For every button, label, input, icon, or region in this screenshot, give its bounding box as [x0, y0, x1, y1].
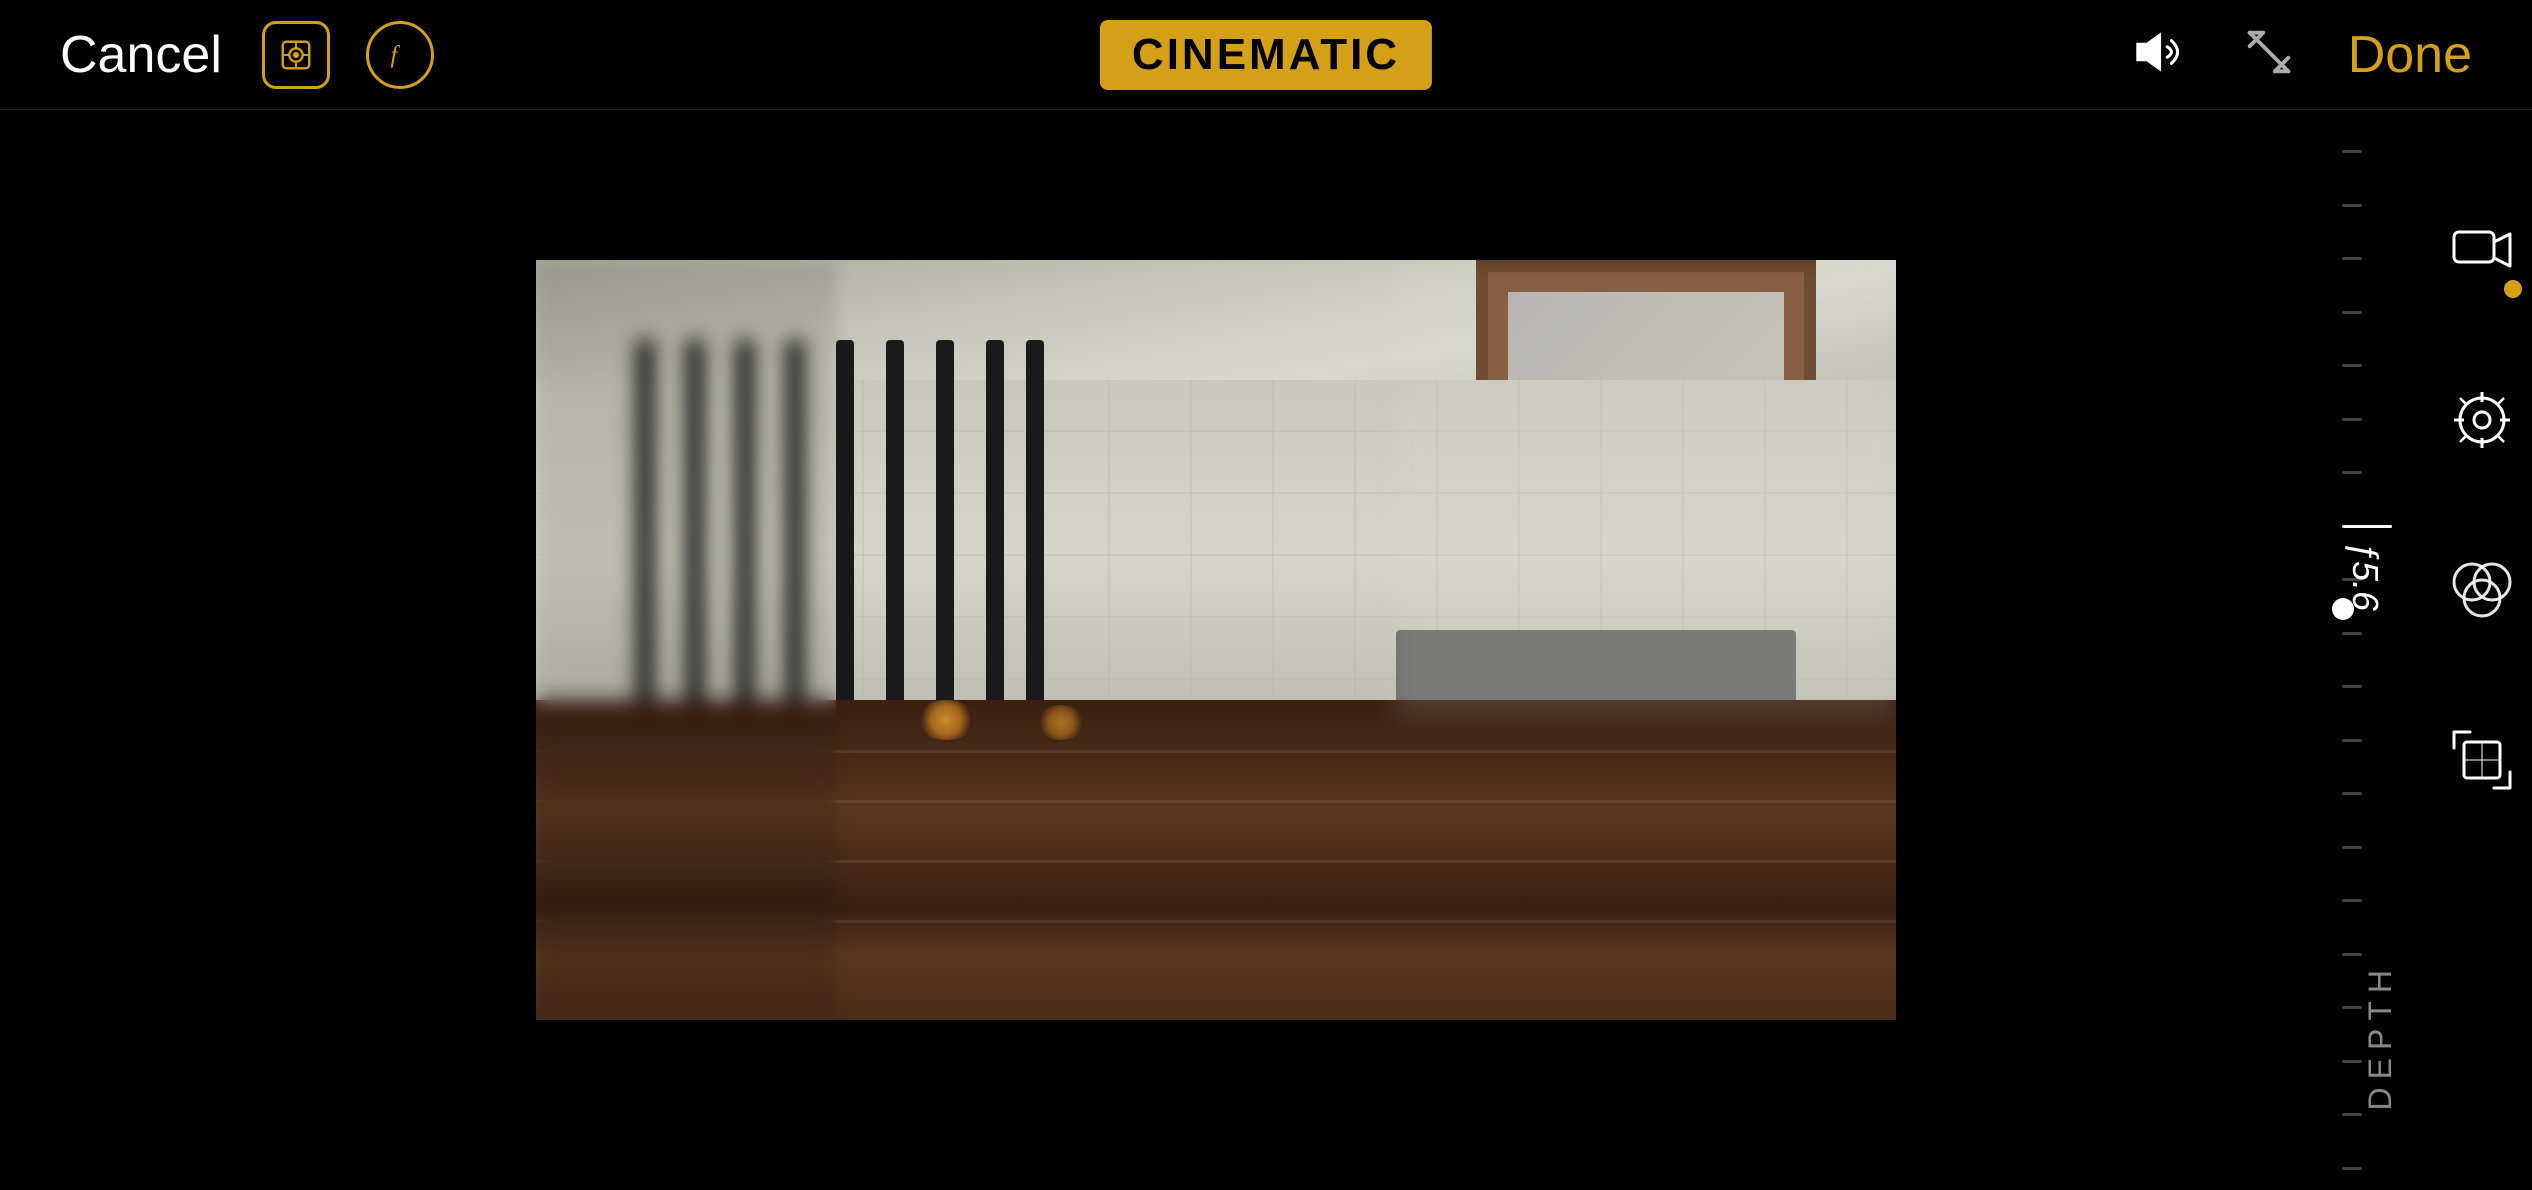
tick-11 [2342, 685, 2362, 688]
tick-6 [2342, 418, 2362, 421]
video-frame [536, 260, 1896, 1020]
tick-active [2342, 525, 2392, 528]
tick-17 [2342, 1006, 2362, 1009]
railing-bar-8 [986, 340, 1004, 740]
railing-bar-6 [886, 340, 904, 740]
tick-19 [2342, 1113, 2362, 1116]
color-mix-icon [2450, 558, 2514, 622]
resize-button[interactable] [2240, 23, 2298, 86]
focus-reticle-button[interactable] [262, 21, 330, 89]
tool-icons [2442, 210, 2522, 800]
video-camera-icon [2450, 218, 2514, 282]
volume-icon [2128, 26, 2190, 78]
volume-button[interactable] [2128, 26, 2190, 83]
tick-2 [2342, 204, 2362, 207]
aperture-f-icon: f [381, 36, 419, 74]
blur-overlay-left [536, 260, 836, 1020]
railing-bar-9 [1026, 340, 1044, 740]
blur-overlay-right [1396, 260, 1896, 716]
tick-14 [2342, 846, 2362, 849]
top-bar-left: Cancel f [60, 21, 434, 89]
done-button[interactable]: Done [2348, 25, 2472, 85]
video-camera-button[interactable] [2442, 210, 2522, 290]
top-bar-right: Done [2128, 23, 2472, 86]
crop-icon [2450, 728, 2514, 792]
railing-bar-5 [836, 340, 854, 740]
tick-15 [2342, 899, 2362, 902]
tick-12 [2342, 739, 2362, 742]
crop-button[interactable] [2442, 720, 2522, 800]
tick-20 [2342, 1167, 2362, 1170]
warm-light-2 [1036, 705, 1086, 740]
tick-18 [2342, 1060, 2362, 1063]
main-content: ƒ5.6 [0, 110, 2532, 1170]
resize-diagonal-icon [2240, 23, 2298, 81]
depth-label: DEPTH [2362, 962, 2399, 1110]
tick-16 [2342, 953, 2362, 956]
video-camera-active-dot [2504, 280, 2522, 298]
svg-text:f: f [390, 41, 400, 68]
exposure-icon [2450, 388, 2514, 452]
railing-bar-7 [936, 340, 954, 740]
tick-10 [2342, 632, 2362, 635]
right-sidebar: ƒ5.6 [2312, 110, 2532, 1170]
tick-13 [2342, 792, 2362, 795]
top-bar: Cancel f CINEMAT [0, 0, 2532, 110]
aperture-f-button[interactable]: f [366, 21, 434, 89]
video-area [0, 110, 2312, 1170]
video-frame-inner [536, 260, 1896, 1020]
cancel-button[interactable]: Cancel [60, 25, 222, 85]
tick-7 [2342, 471, 2362, 474]
tick-4 [2342, 311, 2362, 314]
warm-light-1 [916, 700, 976, 740]
cinematic-badge: CINEMATIC [1100, 20, 1432, 90]
focus-reticle-icon [277, 36, 315, 74]
tick-3 [2342, 257, 2362, 260]
top-bar-icons: f [262, 21, 434, 89]
exposure-button[interactable] [2442, 380, 2522, 460]
color-mix-button[interactable] [2442, 550, 2522, 630]
tick-5 [2342, 364, 2362, 367]
tick-1 [2342, 150, 2362, 153]
slider-dot[interactable] [2332, 598, 2354, 620]
